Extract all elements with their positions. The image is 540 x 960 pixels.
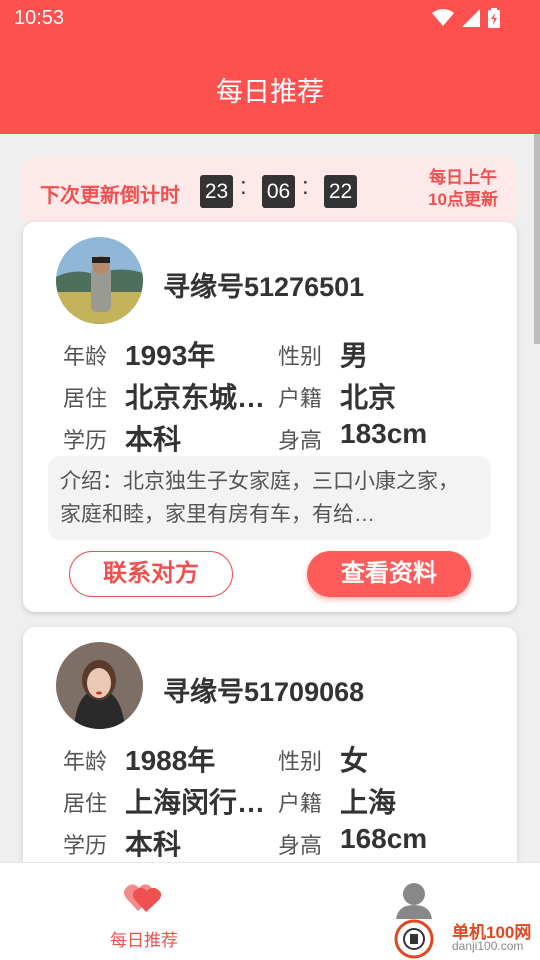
height-label: 身高 [278,428,323,453]
view-profile-button[interactable]: 查看资料 [307,551,471,597]
person-icon [396,883,432,919]
content-area[interactable]: 下次更新倒计时 23 : 06 : 22 每日上午 10点更新 寻缘号51276… [0,134,540,862]
status-icons [432,8,500,28]
gender-label: 性别 [278,749,323,774]
education-label: 学历 [63,833,108,858]
profile-card[interactable]: 寻缘号51709068 年龄 1988年 性别 女 居住 上海闵行… 户籍 上海… [23,627,517,862]
app-bar: 每日推荐 [0,36,540,134]
age-label: 年龄 [63,344,108,369]
profile-id: 寻缘号51709068 [163,677,365,707]
height-value: 168cm [340,823,428,854]
age-value: 1993年 [125,340,216,371]
countdown-hours: 23 [200,175,233,208]
avatar[interactable] [56,237,143,324]
countdown-seconds: 22 [324,175,357,208]
tab-daily-recommend[interactable]: 每日推荐 [100,881,188,951]
battery-icon [488,8,500,28]
countdown-colon: : [302,173,309,200]
education-value: 本科 [125,829,182,860]
intro-text: 介绍：北京独生子女家庭，三口小康之家，家庭和睦，家里有房有车，有给… [48,456,491,540]
update-note: 每日上午 10点更新 [428,167,498,211]
countdown-minutes: 06 [262,175,295,208]
age-label: 年龄 [63,749,108,774]
countdown-colon: : [240,173,247,200]
signal-icon [462,9,480,27]
hearts-icon [123,884,162,912]
profile-id: 寻缘号51276501 [163,272,365,302]
residence-label: 居住 [63,386,108,411]
status-time: 10:53 [14,7,65,29]
residence-value: 北京东城… [125,382,266,413]
wifi-icon [432,9,454,26]
watermark-logo-icon [394,919,434,959]
countdown-label: 下次更新倒计时 [40,185,180,207]
avatar[interactable] [56,642,143,729]
education-value: 本科 [125,424,182,455]
residence-label: 居住 [63,791,108,816]
status-bar: 10:53 [0,0,540,36]
gender-label: 性别 [278,344,323,369]
age-value: 1988年 [125,745,216,776]
watermark-url: danji100.com [452,939,524,953]
page-title: 每日推荐 [216,77,324,107]
hukou-value: 上海 [340,787,397,818]
update-note-line1: 每日上午 [429,168,498,187]
hukou-label: 户籍 [278,386,323,411]
gender-value: 男 [340,340,369,371]
profile-card[interactable]: 寻缘号51276501 年龄 1993年 性别 男 居住 北京东城… 户籍 北京… [23,222,517,612]
update-note-line2: 10点更新 [428,190,498,209]
height-value: 183cm [340,418,428,449]
scrollbar[interactable] [534,134,540,344]
education-label: 学历 [63,428,108,453]
contact-button[interactable]: 联系对方 [69,551,233,597]
tab-daily-recommend-label: 每日推荐 [110,931,178,950]
residence-value: 上海闵行… [125,787,266,818]
hukou-label: 户籍 [278,791,323,816]
height-label: 身高 [278,833,323,858]
countdown-banner: 下次更新倒计时 23 : 06 : 22 每日上午 10点更新 [22,157,518,227]
watermark: 单机100网 danji100.com [390,918,540,960]
hukou-value: 北京 [340,382,397,413]
gender-value: 女 [340,745,369,776]
